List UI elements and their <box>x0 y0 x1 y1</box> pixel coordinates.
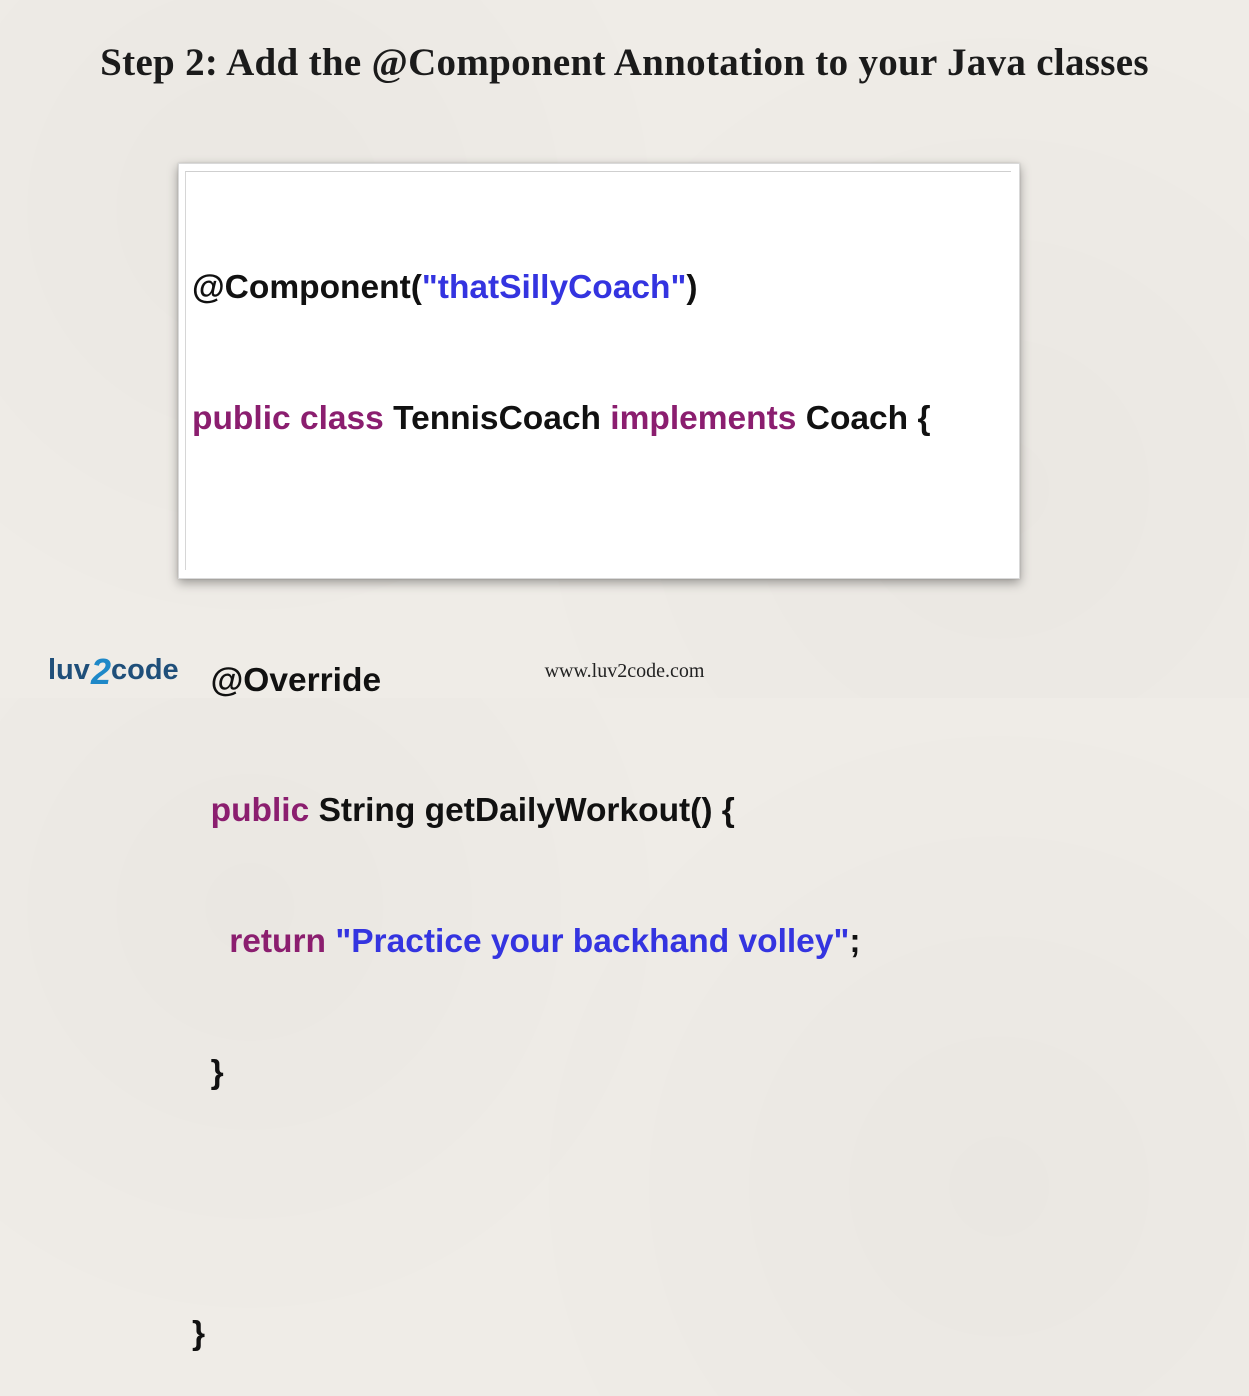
string-token: "thatSillyCoach" <box>421 269 687 307</box>
string-token: "Practice your backhand volley" <box>335 923 850 961</box>
code-area: @Component("thatSillyCoach") public clas… <box>185 171 1011 1352</box>
method-signature-token: String getDailyWorkout() { <box>318 792 735 830</box>
paren-token: ) <box>686 269 698 307</box>
code-line-5: public String getDailyWorkout() { <box>192 789 930 833</box>
footer-url: www.luv2code.com <box>544 660 705 682</box>
code-line-1: @Component("thatSillyCoach") <box>192 266 930 310</box>
class-name-token: TennisCoach <box>393 399 611 437</box>
keyword-token: public class <box>192 399 394 437</box>
keyword-token: implements <box>610 399 806 437</box>
code-line-9: } <box>192 1312 930 1356</box>
code-block: @Component("thatSillyCoach") public clas… <box>192 179 930 1396</box>
keyword-token: public <box>192 792 319 830</box>
brace-token: } <box>192 1315 206 1353</box>
code-line-7: } <box>192 1051 930 1095</box>
keyword-token: return <box>192 923 336 961</box>
brace-token: } <box>192 1053 224 1091</box>
code-line-6: return "Practice your backhand volley"; <box>192 920 930 964</box>
code-card: @Component("thatSillyCoach") public clas… <box>178 163 1020 1352</box>
slide-title: Step 2: Add the @Component Annotation to… <box>100 41 1149 84</box>
interface-token: Coach { <box>805 399 931 437</box>
code-line-2: public class TennisCoach implements Coac… <box>192 397 930 441</box>
semicolon-token: ; <box>849 923 861 961</box>
annotation-token: @Component( <box>192 269 422 307</box>
